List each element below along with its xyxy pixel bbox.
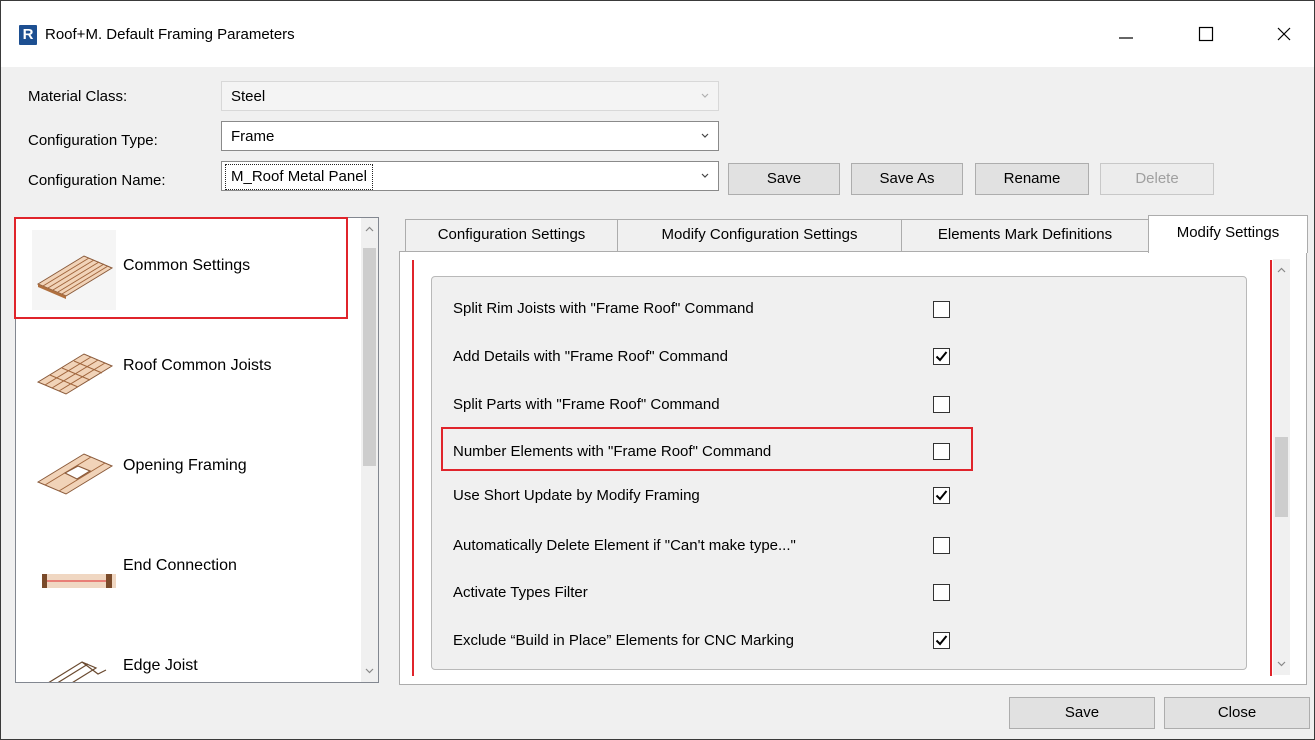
list-item-label: Opening Framing [123, 457, 247, 474]
rename-button[interactable]: Rename [975, 163, 1089, 195]
delete-button[interactable]: Delete [1100, 163, 1214, 195]
checkmark-icon [935, 351, 948, 362]
minimize-button[interactable] [1103, 14, 1149, 54]
number-elements-checkbox[interactable] [933, 443, 950, 460]
auto-delete-element-checkbox[interactable] [933, 537, 950, 554]
tab-modify-configuration-settings[interactable]: Modify Configuration Settings [617, 219, 902, 251]
roof-common-joists-icon [32, 328, 116, 408]
list-item-opening-framing[interactable]: Opening Framing [16, 418, 346, 518]
list-item-edge-joist[interactable]: Edge Joist [16, 618, 346, 682]
tab-elements-mark-definitions[interactable]: Elements Mark Definitions [901, 219, 1149, 251]
configuration-type-label: Configuration Type: [28, 132, 158, 149]
maximize-button[interactable] [1183, 14, 1229, 54]
list-item-roof-common-joists[interactable]: Roof Common Joists [16, 318, 346, 418]
list-scrollbar[interactable] [361, 218, 378, 682]
settings-scrollbar[interactable] [1273, 259, 1290, 675]
configuration-name-select[interactable]: M_Roof Metal Panel [221, 161, 719, 191]
checkmark-icon [935, 635, 948, 646]
chevron-down-icon [701, 173, 709, 178]
list-scrollbar-thumb[interactable] [363, 248, 376, 466]
configuration-type-select[interactable]: Frame [221, 121, 719, 151]
material-class-value: Steel [231, 88, 266, 105]
list-item-label: Common Settings [123, 257, 251, 274]
save-config-button[interactable]: Save [728, 163, 840, 195]
revit-app-icon: R [19, 25, 37, 45]
activate-types-filter-checkbox[interactable] [933, 584, 950, 601]
setting-label: Split Parts with "Frame Roof" Command [453, 396, 720, 413]
close-button[interactable]: Close [1164, 697, 1310, 729]
common-settings-icon [32, 230, 116, 310]
configuration-name-value: M_Roof Metal Panel [225, 164, 373, 190]
settings-scrollbar-thumb[interactable] [1275, 437, 1288, 517]
tab-modify-settings[interactable]: Modify Settings [1148, 215, 1308, 253]
short-update-checkbox[interactable] [933, 487, 950, 504]
chevron-up-icon [1277, 267, 1286, 273]
split-rim-joists-checkbox[interactable] [933, 301, 950, 318]
category-list: Common Settings Roof Common Joists Openi… [15, 217, 379, 683]
edge-joist-icon [32, 628, 116, 682]
checkmark-icon [935, 490, 948, 501]
chevron-down-icon [1277, 661, 1286, 667]
setting-label: Split Rim Joists with "Frame Roof" Comma… [453, 300, 754, 317]
opening-framing-icon [32, 428, 116, 508]
settings-scroll-area [412, 260, 1272, 676]
maximize-icon [1198, 26, 1214, 42]
save-button[interactable]: Save [1009, 697, 1155, 729]
list-item-common-settings[interactable]: Common Settings [16, 218, 346, 318]
minimize-icon [1119, 37, 1133, 39]
list-item-label: Roof Common Joists [123, 357, 272, 374]
end-connection-icon [32, 528, 122, 608]
material-class-select[interactable]: Steel [221, 81, 719, 111]
setting-label: Exclude “Build in Place” Elements for CN… [453, 632, 794, 649]
list-item-label: Edge Joist [123, 657, 198, 674]
list-item-label: End Connection [123, 557, 237, 574]
add-details-checkbox[interactable] [933, 348, 950, 365]
setting-label: Automatically Delete Element if "Can't m… [453, 537, 796, 554]
split-parts-checkbox[interactable] [933, 396, 950, 413]
configuration-name-label: Configuration Name: [28, 172, 166, 189]
save-as-button[interactable]: Save As [851, 163, 963, 195]
setting-label: Activate Types Filter [453, 584, 588, 601]
tab-configuration-settings[interactable]: Configuration Settings [405, 219, 618, 251]
settings-group [431, 276, 1247, 670]
chevron-down-icon [365, 668, 374, 674]
chevron-down-icon [701, 133, 709, 138]
setting-label: Number Elements with "Frame Roof" Comman… [453, 443, 772, 460]
dialog-window: R Roof+M. Default Framing Parameters Mat… [0, 0, 1315, 740]
exclude-build-in-place-checkbox[interactable] [933, 632, 950, 649]
list-item-end-connection[interactable]: End Connection [16, 518, 346, 618]
setting-label: Use Short Update by Modify Framing [453, 487, 700, 504]
material-class-label: Material Class: [28, 88, 128, 105]
setting-label: Add Details with "Frame Roof" Command [453, 348, 728, 365]
chevron-down-icon [701, 93, 709, 98]
window-title: Roof+M. Default Framing Parameters [45, 26, 295, 43]
chevron-up-icon [365, 226, 374, 232]
close-window-button[interactable] [1261, 14, 1307, 54]
close-icon [1277, 27, 1291, 41]
title-bar: R Roof+M. Default Framing Parameters [1, 1, 1314, 67]
configuration-type-value: Frame [231, 128, 275, 145]
